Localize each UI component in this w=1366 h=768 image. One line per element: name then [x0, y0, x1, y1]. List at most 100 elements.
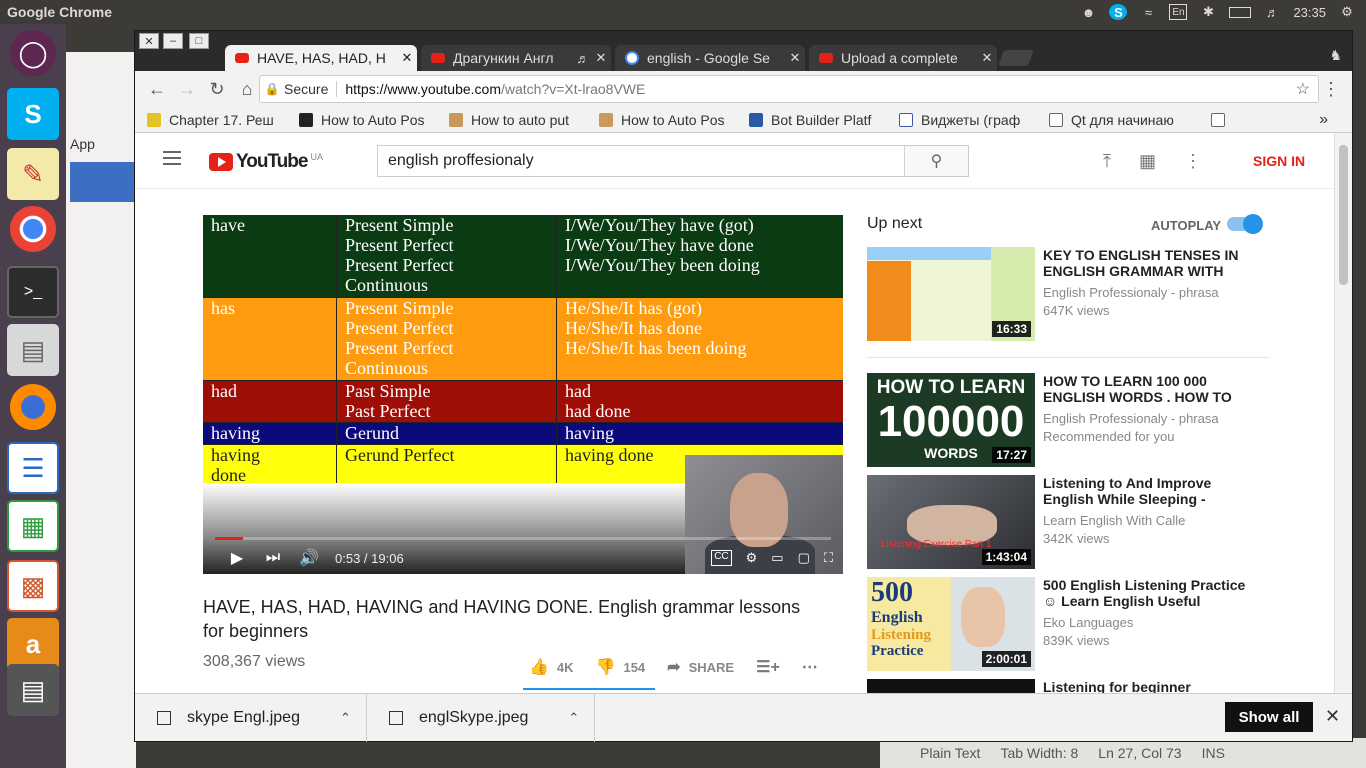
close-tab-icon[interactable]: ✕: [397, 50, 417, 66]
settings-dots-icon[interactable]: ⋮: [1184, 151, 1202, 172]
keyboard-layout-indicator[interactable]: En: [1169, 4, 1188, 20]
tab-google-search[interactable]: english - Google Se ✕: [615, 45, 805, 71]
channel-name[interactable]: English Professionaly - phrasa: [1043, 411, 1219, 426]
dislike-button[interactable]: 👎 154: [596, 657, 646, 677]
window-minimize-button[interactable]: –: [163, 33, 183, 49]
power-gear-icon[interactable]: ⚙: [1338, 4, 1356, 20]
sign-in-button[interactable]: SIGN IN: [1253, 153, 1305, 169]
chevron-up-icon[interactable]: ⌃: [340, 710, 351, 726]
fullscreen-icon[interactable]: ⛶: [824, 550, 833, 566]
writer-launcher-icon[interactable]: ☰: [7, 442, 59, 494]
accessibility-icon[interactable]: ☻: [1079, 4, 1097, 20]
recommendation-item[interactable]: 500 English Listening Practice 2:00:01 5…: [867, 577, 1277, 671]
window-maximize-button[interactable]: □: [189, 33, 209, 49]
tab-dragunkin[interactable]: Драгункин Англ ♬ ✕: [421, 45, 611, 71]
scrollbar-thumb[interactable]: [1339, 145, 1348, 285]
text-editor-launcher-icon[interactable]: ✎: [7, 148, 59, 200]
download-item[interactable]: skype Engl.jpeg ⌃: [135, 694, 367, 742]
skype-launcher-icon[interactable]: S: [7, 88, 59, 140]
bookmarks-overflow-button[interactable]: »: [1319, 111, 1328, 129]
bluetooth-icon[interactable]: ✱: [1199, 4, 1217, 20]
volume-icon[interactable]: ♬: [1263, 4, 1281, 20]
home-icon[interactable]: ⌂: [233, 75, 261, 103]
close-tab-icon[interactable]: ✕: [591, 50, 611, 66]
ubuntu-dash-icon[interactable]: ◯: [10, 30, 56, 76]
search-icon[interactable]: ⚲: [904, 146, 968, 176]
upload-icon[interactable]: ⤒: [1103, 151, 1111, 172]
profile-icon[interactable]: ♞: [1329, 47, 1342, 64]
share-button[interactable]: ➦ SHARE: [667, 657, 734, 677]
video-thumbnail[interactable]: HOW TO LEARN 100000 WORDS 17:27: [867, 373, 1035, 467]
bookmark-item[interactable]: How to auto put: [449, 112, 587, 128]
recommendation-title[interactable]: 500 English Listening Practice ☺ Learn E…: [1043, 577, 1263, 609]
calc-launcher-icon[interactable]: ▦: [7, 500, 59, 552]
show-all-downloads-button[interactable]: Show all: [1225, 702, 1313, 732]
impress-launcher-icon[interactable]: ▩: [7, 560, 59, 612]
bookmark-item[interactable]: Bot Builder Platf: [749, 112, 887, 128]
tab-have-has-had[interactable]: HAVE, HAS, HAD, H ✕: [225, 45, 417, 71]
video-thumbnail[interactable]: 16:33: [867, 247, 1035, 341]
chrome-launcher-icon[interactable]: [10, 206, 56, 252]
recommendation-title[interactable]: Listening to And Improve English While S…: [1043, 475, 1263, 507]
wifi-icon[interactable]: ≈: [1139, 4, 1157, 20]
address-bar[interactable]: 🔒 Secure https://www.youtube.com/watch?v…: [259, 75, 1319, 103]
theater-mode-icon[interactable]: ▭: [771, 550, 783, 566]
recommendation-title[interactable]: Listening for beginner: [1043, 679, 1263, 693]
tab-width-selector[interactable]: Tab Width: 8: [1000, 745, 1078, 761]
close-tab-icon[interactable]: ✕: [785, 50, 805, 66]
page-scrollbar[interactable]: [1334, 133, 1352, 693]
secure-label[interactable]: Secure: [284, 81, 338, 97]
channel-name[interactable]: Learn English With Calle: [1043, 513, 1185, 528]
recommendation-item[interactable]: Listening Exercise Part 1 1:43:04 Listen…: [867, 475, 1277, 569]
battery-icon[interactable]: [1229, 6, 1252, 18]
clock[interactable]: 23:35: [1293, 5, 1326, 20]
captions-icon[interactable]: CC: [711, 550, 732, 566]
syntax-selector[interactable]: Plain Text: [920, 745, 980, 761]
close-icon[interactable]: ✕: [1325, 706, 1340, 727]
back-arrow-icon[interactable]: ←: [143, 75, 171, 103]
scanner-launcher-icon[interactable]: ▤: [7, 664, 59, 716]
autoplay-toggle[interactable]: [1227, 214, 1263, 234]
chevron-up-icon[interactable]: ⌃: [568, 710, 579, 726]
next-icon[interactable]: ⏭: [255, 549, 291, 567]
firefox-launcher-icon[interactable]: [10, 384, 56, 430]
recommendation-title[interactable]: HOW TO LEARN 100 000 ENGLISH WORDS . HOW…: [1043, 373, 1263, 405]
url-text[interactable]: https://www.youtube.com/watch?v=Xt-lrao8…: [337, 81, 645, 97]
skype-tray-icon[interactable]: S: [1109, 4, 1128, 20]
bookmark-item[interactable]: Chapter 17. Реш: [147, 112, 287, 128]
search-input[interactable]: [378, 146, 904, 176]
reload-icon[interactable]: ↻: [203, 75, 231, 103]
new-tab-button[interactable]: [998, 50, 1034, 66]
video-thumbnail[interactable]: [867, 679, 1035, 693]
youtube-logo[interactable]: YouTube UA: [209, 151, 323, 173]
bookmark-item[interactable]: [1211, 112, 1231, 127]
video-thumbnail[interactable]: 500 English Listening Practice 2:00:01: [867, 577, 1035, 671]
terminal-launcher-icon[interactable]: >_: [7, 266, 59, 318]
bookmark-star-icon[interactable]: ☆: [1296, 79, 1310, 99]
video-progress-bar[interactable]: [215, 537, 831, 540]
bookmark-item[interactable]: Виджеты (граф: [899, 112, 1037, 128]
like-button[interactable]: 👍 4K: [529, 657, 574, 677]
recommendation-item[interactable]: HOW TO LEARN 100000 WORDS 17:27 HOW TO L…: [867, 373, 1277, 467]
download-item[interactable]: englSkype.jpeg ⌃: [367, 694, 595, 742]
bookmark-item[interactable]: Qt для начинаю: [1049, 112, 1199, 128]
window-close-button[interactable]: ✕: [139, 33, 159, 49]
play-icon[interactable]: ▶: [219, 548, 255, 568]
recommendation-item[interactable]: 16:33 KEY TO ENGLISH TENSES IN ENGLISH G…: [867, 247, 1277, 341]
amazon-launcher-icon[interactable]: a: [7, 618, 59, 670]
recommendation-title[interactable]: KEY TO ENGLISH TENSES IN ENGLISH GRAMMAR…: [1043, 247, 1263, 279]
channel-name[interactable]: English Professionaly - phrasa: [1043, 285, 1219, 300]
more-actions-icon[interactable]: ⋯: [802, 657, 818, 677]
lock-icon[interactable]: 🔒: [260, 82, 284, 96]
volume-icon[interactable]: 🔊: [291, 548, 327, 568]
close-tab-icon[interactable]: ✕: [977, 50, 997, 66]
file-cabinet-launcher-icon[interactable]: ▤: [7, 324, 59, 376]
guide-menu-icon[interactable]: [163, 151, 181, 165]
chrome-menu-icon[interactable]: ⋮: [1322, 79, 1340, 100]
cast-icon[interactable]: ▢: [798, 550, 810, 566]
video-thumbnail[interactable]: Listening Exercise Part 1 1:43:04: [867, 475, 1035, 569]
video-player[interactable]: have Present Simple Present Perfect Pres…: [203, 215, 843, 574]
forward-arrow-icon[interactable]: →: [173, 75, 201, 103]
bookmark-item[interactable]: How to Auto Pos: [599, 112, 737, 128]
channel-name[interactable]: Eko Languages: [1043, 615, 1133, 630]
